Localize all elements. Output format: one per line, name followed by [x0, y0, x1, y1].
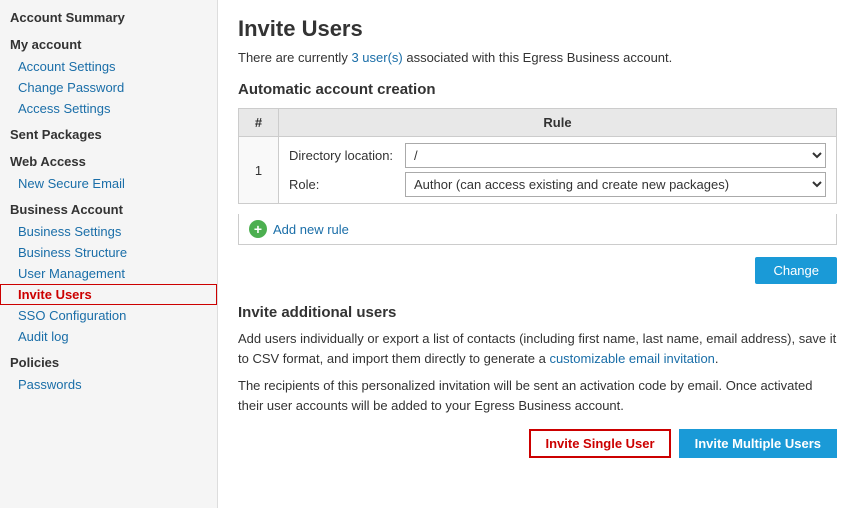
invite-desc2: The recipients of this personalized invi…: [238, 376, 837, 415]
rules-table: # Rule 1 Directory location: /: [238, 108, 837, 204]
invite-single-button[interactable]: Invite Single User: [529, 429, 670, 458]
user-management-link[interactable]: User Management: [0, 263, 217, 284]
new-secure-email-link[interactable]: New Secure Email: [0, 173, 217, 194]
sidebar-section-business-account: Business Account: [0, 194, 217, 221]
invite-users-link[interactable]: Invite Users: [0, 284, 217, 305]
add-rule-row[interactable]: + Add new rule: [238, 214, 837, 245]
invite-buttons: Invite Single User Invite Multiple Users: [238, 429, 837, 458]
change-btn-row: Change: [238, 257, 837, 284]
col-num-header: #: [239, 109, 279, 137]
invite-desc1: Add users individually or export a list …: [238, 329, 837, 368]
role-row: Role: Author (can access existing and cr…: [289, 172, 826, 197]
add-rule-icon[interactable]: +: [249, 220, 267, 238]
change-button[interactable]: Change: [755, 257, 837, 284]
rule-fields-cell: Directory location: / Role: Author (can …: [279, 137, 837, 204]
access-settings-link[interactable]: Access Settings: [0, 98, 217, 119]
col-rule-header: Rule: [279, 109, 837, 137]
invite-desc1-before: Add users individually or export a list …: [238, 331, 836, 366]
row-number: 1: [239, 137, 279, 204]
add-rule-link[interactable]: Add new rule: [273, 222, 349, 237]
main-content: Invite Users There are currently 3 user(…: [218, 0, 857, 508]
sidebar-section-policies: Policies: [0, 347, 217, 374]
table-row: 1 Directory location: / Role: Author: [239, 137, 837, 204]
role-select[interactable]: Author (can access existing and create n…: [405, 172, 826, 197]
auto-section-title: Automatic account creation: [238, 81, 837, 98]
sidebar: Account SummaryMy accountAccount Setting…: [0, 0, 218, 508]
sidebar-section-account-summary: Account Summary: [0, 0, 217, 29]
directory-label: Directory location:: [289, 148, 399, 163]
directory-select[interactable]: /: [405, 143, 826, 168]
passwords-link[interactable]: Passwords: [0, 374, 217, 395]
invite-section-title: Invite additional users: [238, 304, 837, 321]
page-title: Invite Users: [238, 16, 837, 42]
sidebar-section-my-account: My account: [0, 29, 217, 56]
description-line: There are currently 3 user(s) associated…: [238, 50, 837, 65]
business-settings-link[interactable]: Business Settings: [0, 221, 217, 242]
invite-multiple-button[interactable]: Invite Multiple Users: [679, 429, 837, 458]
role-label: Role:: [289, 177, 399, 192]
invite-desc1-period: .: [715, 351, 719, 366]
sidebar-section-web-access: Web Access: [0, 146, 217, 173]
desc-after: associated with this Egress Business acc…: [403, 50, 673, 65]
users-link[interactable]: 3 user(s): [351, 50, 402, 65]
account-settings-link[interactable]: Account Settings: [0, 56, 217, 77]
audit-log-link[interactable]: Audit log: [0, 326, 217, 347]
customizable-link[interactable]: customizable email invitation: [549, 351, 714, 366]
directory-row: Directory location: /: [289, 143, 826, 168]
change-password-link[interactable]: Change Password: [0, 77, 217, 98]
desc-before: There are currently: [238, 50, 351, 65]
sidebar-section-sent-packages: Sent Packages: [0, 119, 217, 146]
business-structure-link[interactable]: Business Structure: [0, 242, 217, 263]
sso-configuration-link[interactable]: SSO Configuration: [0, 305, 217, 326]
rule-fields: Directory location: / Role: Author (can …: [289, 143, 826, 197]
